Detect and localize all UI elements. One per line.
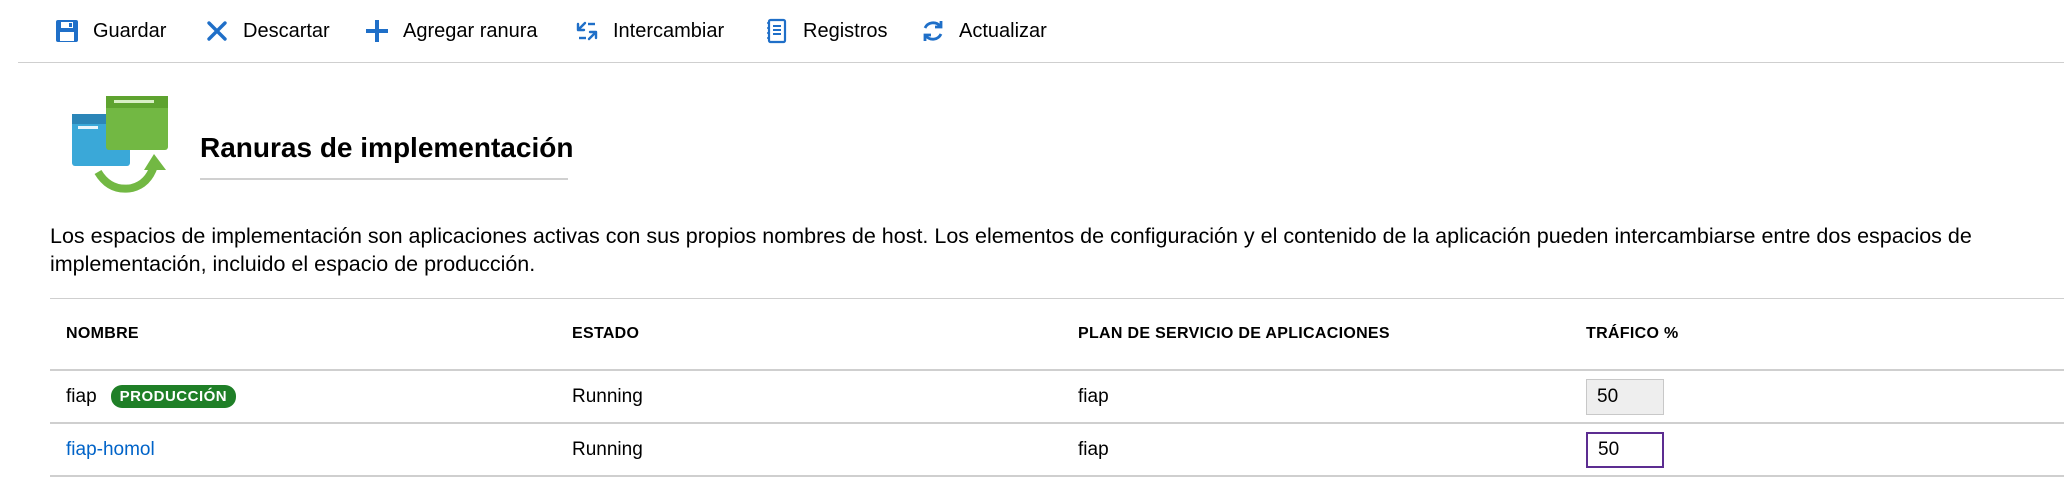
deployment-slots-icon <box>70 92 174 196</box>
page-title: Ranuras de implementación <box>200 132 573 180</box>
column-header-plan: PLAN DE SERVICIO DE APLICACIONES <box>1078 325 1390 342</box>
discard-label: Descartar <box>243 19 330 42</box>
slot-status: Running <box>572 385 643 407</box>
traffic-input-production <box>1586 378 1664 415</box>
add-slot-label: Agregar ranura <box>403 19 538 42</box>
slot-plan: fiap <box>1078 385 1109 407</box>
swap-button[interactable]: Intercambiar <box>574 0 724 62</box>
traffic-cell <box>1586 424 1664 475</box>
slot-name-cell: fiap-homol <box>66 424 155 475</box>
slot-name-link[interactable]: fiap-homol <box>66 439 155 461</box>
column-header-name: NOMBRE <box>66 325 139 342</box>
command-bar: Guardar Descartar Agregar ranura Interca… <box>18 0 2064 63</box>
slot-name: fiap <box>66 385 97 407</box>
column-header-traffic: TRÁFICO % <box>1586 325 1679 342</box>
slot-name-cell: fiap PRODUCCIÓN <box>66 371 237 422</box>
traffic-cell <box>1586 371 1664 422</box>
description-text: Los espacios de implementación son aplic… <box>50 224 1972 276</box>
discard-button[interactable]: Descartar <box>204 0 330 62</box>
add-slot-button[interactable]: Agregar ranura <box>364 0 538 62</box>
log-icon <box>764 18 790 44</box>
column-header-status: ESTADO <box>572 325 640 342</box>
close-icon <box>204 18 230 44</box>
save-button[interactable]: Guardar <box>54 0 166 62</box>
save-label: Guardar <box>93 19 167 42</box>
refresh-icon <box>920 18 946 44</box>
swap-icon <box>574 18 600 44</box>
slot-plan: fiap <box>1078 438 1109 460</box>
plus-icon <box>364 18 390 44</box>
table-header: NOMBRE ESTADO PLAN DE SERVICIO DE APLICA… <box>50 299 2064 371</box>
table-row: fiap PRODUCCIÓN Running fiap <box>50 371 2064 424</box>
refresh-label: Actualizar <box>959 19 1047 42</box>
logs-label: Registros <box>803 19 888 42</box>
refresh-button[interactable]: Actualizar <box>920 0 1047 62</box>
logs-button[interactable]: Registros <box>764 0 887 62</box>
production-badge: PRODUCCIÓN <box>110 385 237 408</box>
slots-table: NOMBRE ESTADO PLAN DE SERVICIO DE APLICA… <box>50 298 2064 477</box>
save-icon <box>54 18 80 44</box>
swap-label: Intercambiar <box>613 19 725 42</box>
slot-status: Running <box>572 438 643 460</box>
traffic-input-homol[interactable] <box>1586 431 1664 468</box>
table-row: fiap-homol Running fiap <box>50 424 2064 477</box>
